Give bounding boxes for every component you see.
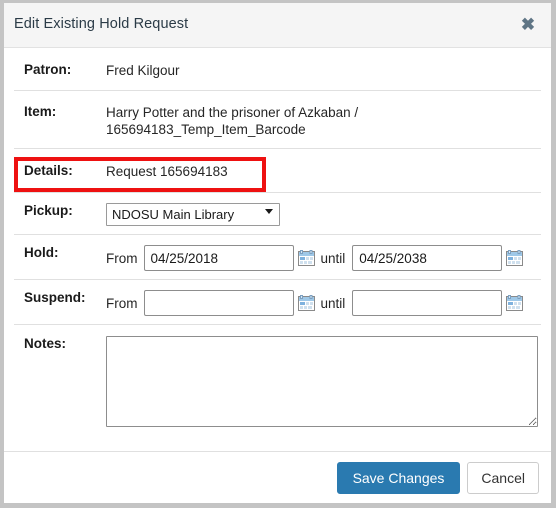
details-label: Details: <box>24 163 73 178</box>
item-barcode-line: 165694183_Temp_Item_Barcode <box>106 122 306 137</box>
calendar-icon[interactable] <box>506 250 524 266</box>
dialog-header: Edit Existing Hold Request ✖ <box>4 3 551 48</box>
dialog-body: Patron: Fred Kilgour Item: Harry Potter … <box>4 48 551 437</box>
edit-hold-request-dialog: Edit Existing Hold Request ✖ Patron: Fre… <box>0 0 556 508</box>
save-changes-button[interactable]: Save Changes <box>336 461 461 494</box>
notes-value <box>106 334 541 427</box>
form-row-suspend: Suspend: From until <box>14 280 541 325</box>
details-value: Request 165694183 <box>106 164 228 179</box>
hold-date-group: From until <box>106 245 541 271</box>
form-row-item: Item: Harry Potter and the prisoner of A… <box>14 91 541 149</box>
form-row-patron: Patron: Fred Kilgour <box>14 48 541 91</box>
form-row-details: Details: Request 165694183 <box>14 149 541 193</box>
item-value: Harry Potter and the prisoner of Azkaban… <box>106 102 541 138</box>
pickup-value: NDOSU Main Library <box>106 201 541 226</box>
suspend-label: Suspend: <box>24 290 86 305</box>
pickup-select-wrap: NDOSU Main Library <box>106 203 280 226</box>
calendar-icon[interactable] <box>297 250 315 266</box>
hold-label: Hold: <box>24 245 59 260</box>
pickup-label: Pickup: <box>24 203 73 218</box>
patron-label: Patron: <box>24 62 72 77</box>
suspend-from-label: From <box>106 295 138 311</box>
suspend-from-input[interactable] <box>143 290 294 316</box>
suspend-date-group: From until <box>106 290 541 316</box>
form-row-pickup: Pickup: NDOSU Main Library <box>14 193 541 235</box>
item-label: Item: <box>24 104 57 119</box>
notes-textarea[interactable] <box>106 336 538 427</box>
calendar-icon[interactable] <box>297 295 315 311</box>
form-row-notes: Notes: <box>14 325 541 437</box>
close-icon[interactable]: ✖ <box>517 14 539 36</box>
suspend-until-input[interactable] <box>352 290 503 316</box>
form-row-hold: Hold: From 04/25/2018 until 04/25/2038 <box>14 235 541 280</box>
item-title-line: Harry Potter and the prisoner of Azkaban… <box>106 105 359 120</box>
pickup-location-select[interactable]: NDOSU Main Library <box>106 203 280 226</box>
calendar-icon[interactable] <box>506 295 524 311</box>
suspend-until-label: until <box>320 295 346 311</box>
hold-from-label: From <box>106 250 138 266</box>
hold-until-input[interactable] <box>352 245 503 271</box>
patron-value: Fred Kilgour <box>106 63 180 78</box>
hold-value: From until <box>106 243 541 271</box>
hold-from-input[interactable] <box>143 245 294 271</box>
suspend-value: From until <box>106 288 541 316</box>
hold-until-label: until <box>320 250 346 266</box>
cancel-button[interactable]: Cancel <box>467 461 539 494</box>
dialog-title: Edit Existing Hold Request <box>14 16 189 32</box>
notes-label: Notes: <box>24 336 67 351</box>
dialog-footer: Save Changes Cancel <box>4 451 551 503</box>
